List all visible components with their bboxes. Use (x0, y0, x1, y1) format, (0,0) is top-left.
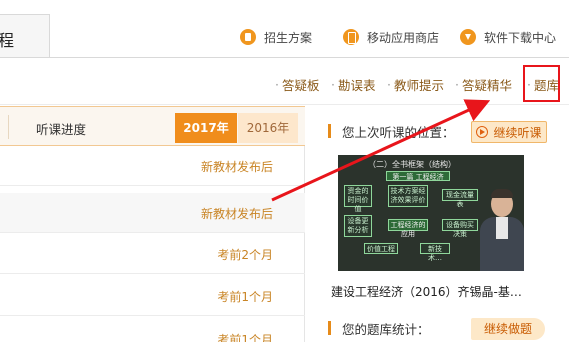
last-lesson-course-name[interactable]: 建设工程经济（2016）齐锡晶-基… (331, 283, 522, 300)
subnav-qa-highlights[interactable]: · 答疑精华 (455, 74, 512, 94)
section-marker (328, 124, 331, 138)
subnav-qa-board[interactable]: · 答疑板 (275, 74, 320, 94)
resume-lesson-button[interactable]: 继续听课 (471, 121, 547, 143)
video-diagram-box: 技术方案经济效果评价 (388, 185, 428, 207)
resume-lesson-label: 继续听课 (493, 125, 542, 140)
admission-plan-label: 招生方案 (264, 30, 313, 45)
mobile-app-icon (343, 29, 359, 45)
course-tab[interactable]: 程 (0, 14, 50, 58)
progress-cell: 考前1个月 (217, 290, 273, 304)
play-icon (476, 126, 489, 138)
download-icon (460, 29, 476, 45)
admission-plan-link[interactable]: 招生方案 (240, 26, 312, 48)
course-progress-table: 听课进度 2017年 2016年 新教材发布后 新教材发布后 考前2个月 考前1… (0, 106, 305, 342)
table-row[interactable]: 考前2个月 (0, 234, 305, 274)
mobile-app-store-label: 移动应用商店 (367, 30, 440, 45)
software-download-link[interactable]: 软件下载中心 (460, 26, 556, 48)
question-bank-highlight-box (523, 65, 560, 102)
video-diagram-box: 设备更新分析 (344, 215, 372, 237)
table-row[interactable]: 考前1个月 (0, 276, 305, 316)
progress-column-header: 听课进度 (36, 122, 87, 137)
video-diagram-box: 现金流量表 (442, 189, 478, 208)
header-divider (0, 57, 569, 58)
table-row[interactable]: 新教材发布后 (0, 146, 305, 186)
continue-practice-button[interactable]: 继续做题 (471, 318, 545, 340)
video-diagram-box: 新技术… (420, 243, 450, 262)
table-row[interactable]: 考前1个月 (0, 319, 305, 342)
year-tab-2016[interactable]: 2016年 (238, 113, 298, 143)
right-sidebar: 您上次听课的位置： 继续听课 （二）全书框架（结构） 第一篇 工程经济 资金的时… (318, 118, 569, 342)
progress-cell: 新教材发布后 (200, 160, 273, 174)
video-heading: （二）全书框架（结构） (368, 160, 456, 169)
video-diagram-box: 工程经济的应用 (388, 219, 428, 238)
course-tab-label: 程 (0, 31, 15, 50)
video-diagram-box: 价值工程 (364, 243, 398, 254)
subnav-divider (0, 104, 569, 105)
question-bank-stats-title: 您的题库统计： (342, 322, 430, 337)
video-diagram-box: 资金的时间价值 (344, 185, 372, 213)
top-header: 程 招生方案 移动应用商店 软件下载中心 (0, 0, 569, 66)
instructor-figure (478, 185, 524, 271)
section-marker (328, 321, 331, 335)
mobile-app-store-link[interactable]: 移动应用商店 (343, 26, 439, 48)
column-separator (8, 115, 9, 139)
document-icon (240, 29, 256, 45)
subnav-errata[interactable]: · 勘误表 (331, 74, 376, 94)
software-download-label: 软件下载中心 (484, 30, 557, 45)
progress-cell: 考前1个月 (217, 333, 273, 342)
year-tab-2017[interactable]: 2017年 (175, 113, 237, 143)
video-diagram-box: 设备购买决策 (442, 219, 478, 238)
progress-cell: 考前2个月 (217, 248, 273, 262)
last-lesson-title: 您上次听课的位置： (342, 125, 455, 140)
lesson-video-thumbnail[interactable]: （二）全书框架（结构） 第一篇 工程经济 资金的时间价值 技术方案经济效果评价 … (338, 155, 524, 271)
progress-cell: 新教材发布后 (200, 207, 273, 221)
table-header: 听课进度 2017年 2016年 (0, 106, 305, 146)
subnav-teacher-tips[interactable]: · 教师提示 (387, 74, 444, 94)
video-diagram-box: 第一篇 工程经济 (386, 171, 450, 181)
table-row[interactable]: 新教材发布后 (0, 193, 305, 233)
